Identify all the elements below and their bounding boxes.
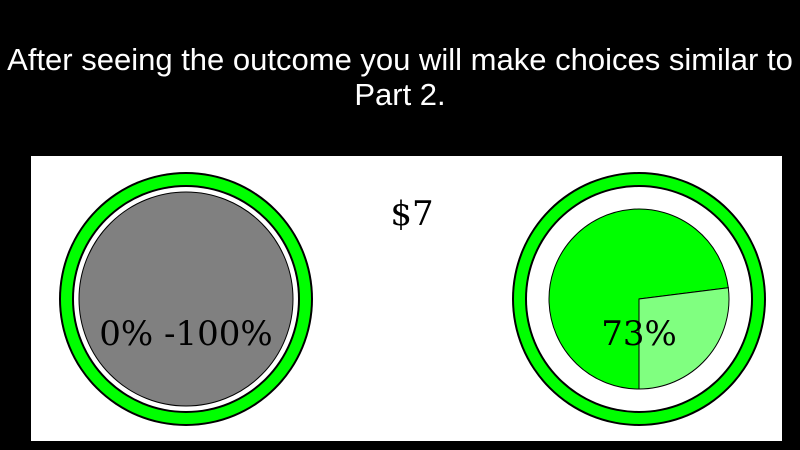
left-option[interactable]: 0% -100%: [59, 172, 313, 426]
choice-screen: After seeing the outcome you will make c…: [0, 0, 800, 450]
right-option[interactable]: 73%: [512, 172, 766, 426]
choice-panel: 0% -100% $7 73%: [31, 156, 782, 441]
left-option-unknown-disc: [78, 191, 294, 407]
choice-canvas: 0% -100% $7 73%: [59, 172, 766, 426]
left-option-label: 0% -100%: [99, 314, 272, 354]
amount-label: $7: [390, 194, 433, 234]
right-option-label: 73%: [601, 314, 677, 354]
instruction-text: After seeing the outcome you will make c…: [7, 42, 793, 112]
